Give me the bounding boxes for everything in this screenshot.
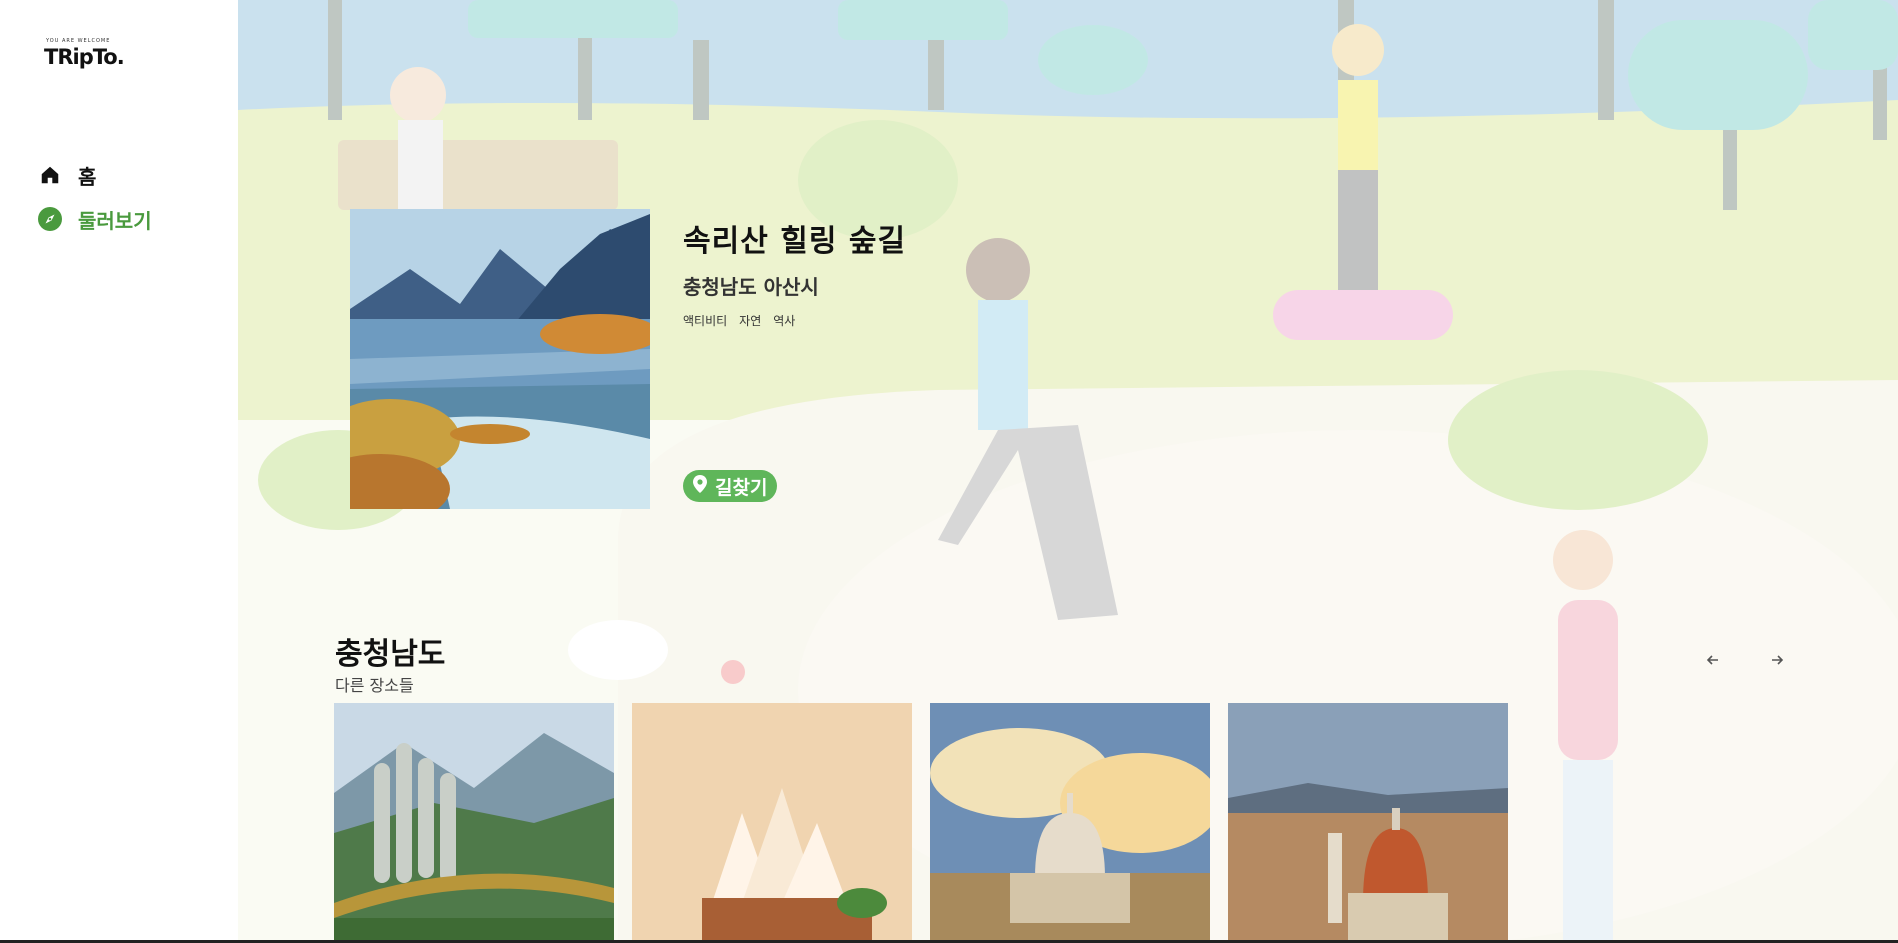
- tag-list: 액티비티 자연 역사: [683, 312, 795, 329]
- place-card[interactable]: [930, 703, 1210, 943]
- sidebar: YOU ARE WELCOME TRipTo. 홈 둘러보기: [0, 0, 238, 943]
- logo[interactable]: YOU ARE WELCOME TRipTo.: [44, 38, 125, 69]
- route-button-label: 길찾기: [715, 476, 768, 499]
- section-subtitle: 다른 장소들: [335, 676, 414, 695]
- hero-title: 속리산 힐링 숲길: [683, 224, 907, 259]
- tag-item[interactable]: 역사: [773, 312, 795, 329]
- route-button[interactable]: 길찾기: [683, 470, 778, 502]
- hero-region: 충청남도 아산시: [683, 275, 819, 299]
- location-pin-icon: [693, 474, 707, 498]
- section-title: 충청남도: [335, 637, 446, 672]
- arrow-left-icon: [1706, 653, 1720, 671]
- carousel-prev-button[interactable]: [1700, 649, 1726, 675]
- carousel-next-button[interactable]: [1764, 649, 1790, 675]
- place-card-list: [334, 703, 1508, 943]
- home-icon: [38, 163, 62, 187]
- logo-name: TRipTo.: [44, 45, 125, 69]
- tag-item[interactable]: 액티비티: [683, 312, 727, 329]
- main-content: 속리산 힐링 숲길 충청남도 아산시 액티비티 자연 역사 길찾기 충청남도 다…: [238, 0, 1898, 943]
- tag-item[interactable]: 자연: [739, 312, 761, 329]
- place-card[interactable]: [334, 703, 614, 943]
- sidebar-item-label: 홈: [78, 164, 97, 189]
- hero-image[interactable]: [350, 209, 650, 509]
- sidebar-nav: 홈 둘러보기: [38, 153, 152, 241]
- arrow-right-icon: [1770, 653, 1784, 671]
- compass-icon: [38, 207, 62, 231]
- place-card[interactable]: [632, 703, 912, 943]
- logo-tagline: YOU ARE WELCOME: [46, 38, 111, 44]
- sidebar-item-explore[interactable]: 둘러보기: [38, 197, 152, 241]
- sidebar-item-label: 둘러보기: [78, 208, 152, 233]
- sidebar-item-home[interactable]: 홈: [38, 153, 152, 197]
- place-card[interactable]: [1228, 703, 1508, 943]
